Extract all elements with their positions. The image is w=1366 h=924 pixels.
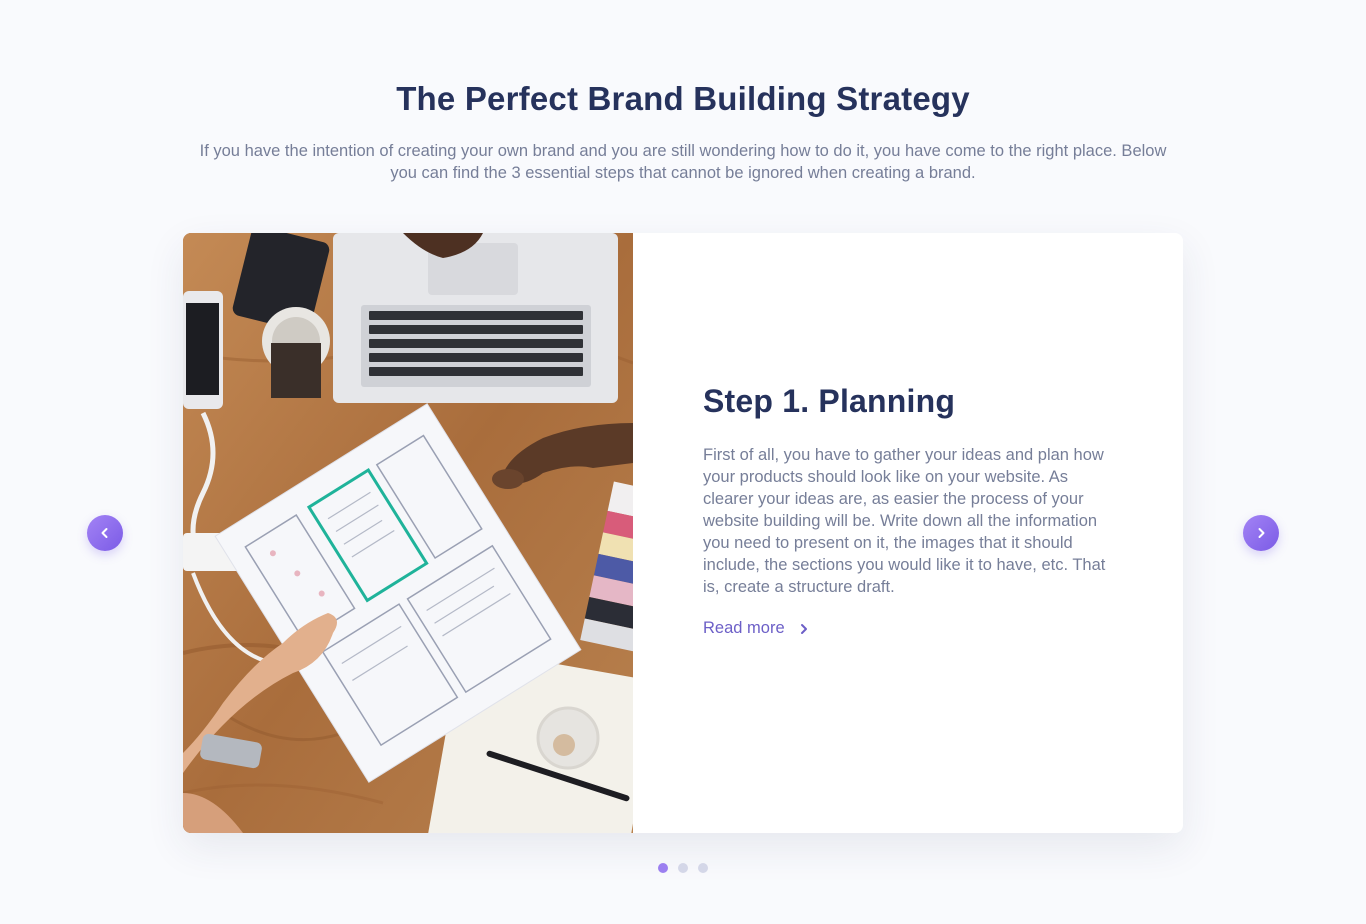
slide-title: Step 1. Planning: [703, 383, 956, 419]
slide-content: Step 1. Planning First of all, you have …: [703, 383, 1115, 638]
slider-dot-2[interactable]: [678, 863, 688, 873]
section-title: The Perfect Brand Building Strategy: [396, 80, 970, 117]
slider-dot-3[interactable]: [698, 863, 708, 873]
slide-text: First of all, you have to gather your id…: [703, 446, 1106, 596]
slider-prev-button[interactable]: [87, 515, 123, 551]
chevron-right-icon: [1258, 528, 1265, 538]
slide-photo: [183, 233, 633, 833]
chevron-left-icon: [101, 528, 108, 538]
brand-strategy-section: The Perfect Brand Building Strategy If y…: [0, 0, 1366, 924]
read-more-label: Read more: [703, 619, 785, 637]
slide-card: Step 1. Planning First of all, you have …: [183, 233, 1183, 833]
read-more-link[interactable]: Read more: [703, 619, 809, 638]
slider-next-button[interactable]: [1243, 515, 1279, 551]
slider-dot-1[interactable]: [658, 863, 668, 873]
hands-passing-wireframe-sketch-photo: [183, 233, 633, 833]
slider-pagination: [0, 863, 1366, 873]
chevron-right-icon: [800, 623, 807, 634]
section-intro: If you have the intention of creating yo…: [199, 142, 1167, 182]
